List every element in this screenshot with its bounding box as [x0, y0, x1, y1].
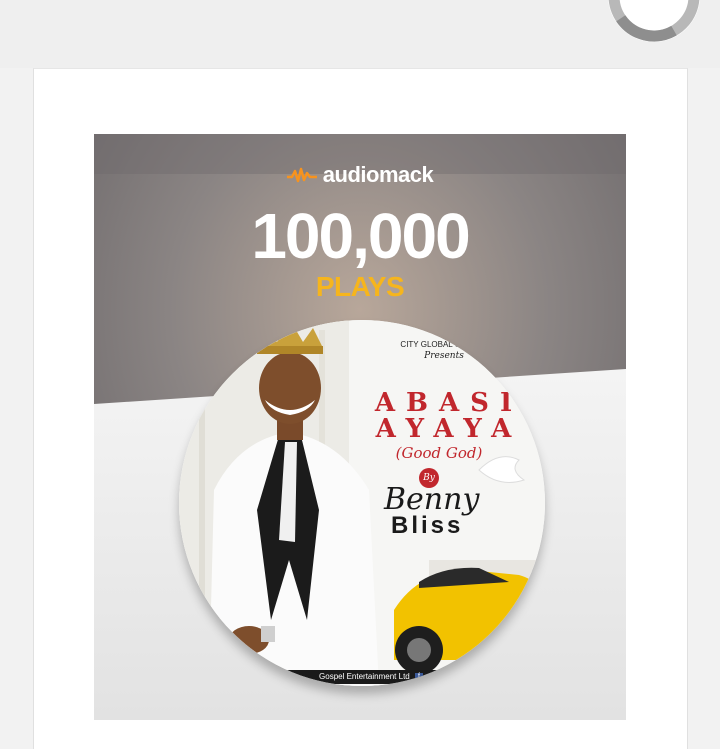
song-subtitle: (Good God) — [395, 444, 483, 462]
promo-image[interactable]: audiomack 100,000 PLAYS CITY GLOBAL GOSP… — [94, 134, 626, 720]
artist-last-name: Bliss — [391, 512, 464, 539]
brand-name: audiomack — [322, 162, 434, 187]
brand-row: audiomack — [94, 160, 626, 190]
plays-label: PLAYS — [315, 271, 405, 302]
audiomack-wave-icon — [286, 167, 317, 183]
plays-count: 100,000 — [251, 200, 470, 272]
loading-spinner-icon — [608, 0, 700, 42]
presenter-label: CITY GLOBAL GOSPEL — [400, 340, 488, 349]
presents-label: Presents — [424, 351, 464, 361]
facebook-icon: f — [414, 672, 423, 681]
album-cover: CITY GLOBAL GOSPEL Presents ABASI AYAYA … — [179, 320, 545, 686]
cover-footer-credit: Gospel Entertainment Ltd f — [271, 670, 471, 684]
song-title-line2: AYAYA — [375, 414, 523, 444]
footer-credit-text: Gospel Entertainment Ltd — [319, 672, 410, 681]
